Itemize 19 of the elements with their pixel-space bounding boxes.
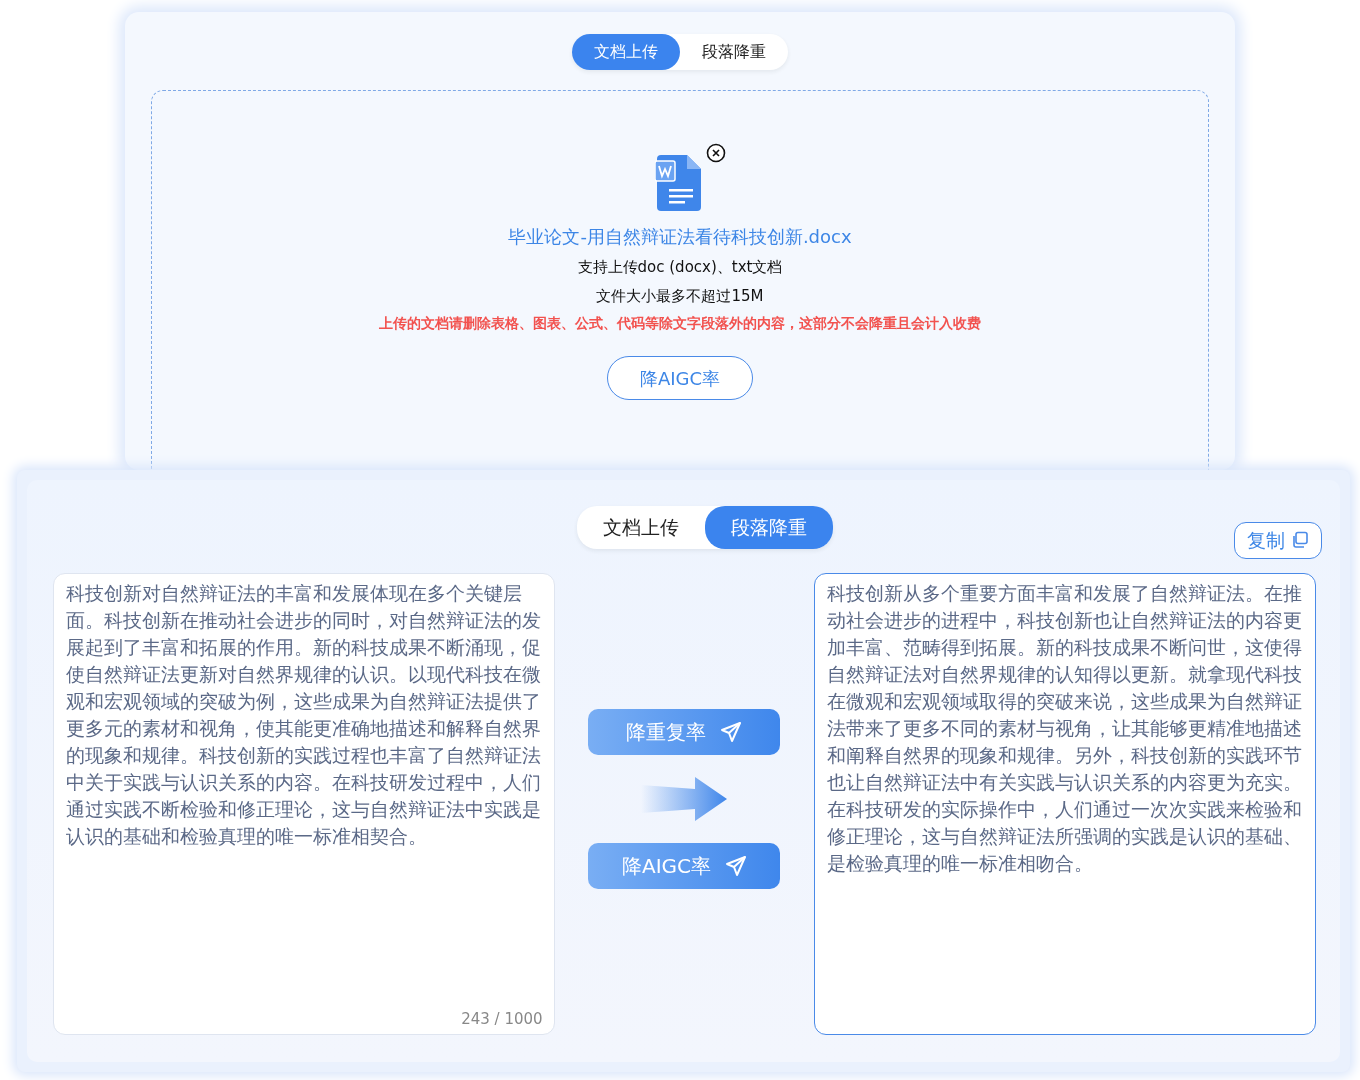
character-count: 243 / 1000: [461, 1009, 543, 1030]
tab[interactable]: 文档上传: [576, 506, 705, 549]
file-name: 毕业论文-用自然辩证法看待科技创新.docx: [508, 225, 852, 249]
close-icon[interactable]: [706, 143, 726, 163]
tab[interactable]: 文档上传: [572, 34, 680, 70]
output-text: 科技创新从多个重要方面丰富和发展了自然辩证法。在推动社会进步的进程中，科技创新也让自然辩证法的内容更加丰富、范畴得到拓展。新的科技成果不断问世，这使得自然辩证法对自然界规律的认知得以更新。就拿现代科技在微观和宏观领域取得的突破来说，这些成果为自然辩证法带来了更多不同的素材与视角，让其能够更精准地描述和阐释自然界的现象和规律。另外，科技创新的实践环节也让自然辩证法中有关实践与认识关系的内容更为充实。在科技研发的实际操作中，人们通过一次次实践来检验和修正理论，这与自然辩证法所强调的实践是认识的基础、是检验真理的唯一标准相吻合。: [827, 581, 1303, 876]
action-button[interactable]: 降AIGC率: [588, 842, 781, 889]
tab[interactable]: 段落降重: [680, 34, 788, 70]
hint-text: 支持上传doc (docx)、txt文档: [577, 257, 783, 278]
copy-icon: [1291, 531, 1309, 550]
copy-button[interactable]: 复制: [1234, 522, 1322, 559]
warning-text: 上传的文档请删除表格、图表、公式、代码等除文字段落外的内容，这部分不会降重且会计入收费: [379, 314, 981, 333]
action-button[interactable]: 降重复率: [588, 708, 781, 755]
send-icon: [720, 720, 743, 743]
hint-text: 文件大小最多不超过15M: [596, 285, 764, 307]
tab[interactable]: 段落降重: [704, 506, 833, 549]
reduce-aigc-button[interactable]: 降AIGC率: [607, 356, 753, 400]
word-document-icon: [655, 155, 703, 211]
send-icon: [725, 854, 747, 877]
